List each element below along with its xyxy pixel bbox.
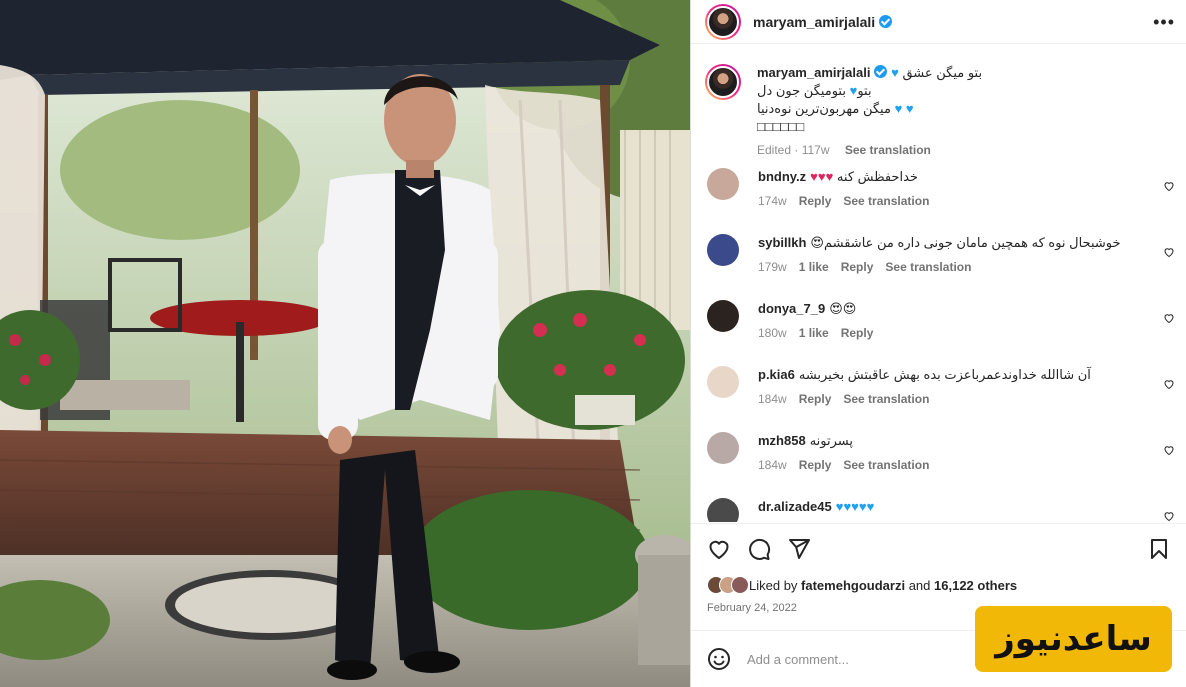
reply-button[interactable]: Reply xyxy=(841,326,874,340)
reply-button[interactable]: Reply xyxy=(841,260,874,274)
reply-button[interactable]: Reply xyxy=(799,392,832,406)
comment-username[interactable]: sybillkh xyxy=(758,235,806,250)
caption-username[interactable]: maryam_amirjalali xyxy=(757,65,870,80)
commenter-avatar[interactable] xyxy=(707,498,739,522)
comment-likes[interactable]: 1 like xyxy=(799,326,829,340)
blue-heart-icon: ♥ xyxy=(891,65,899,80)
add-comment-input[interactable] xyxy=(747,651,967,667)
author-username[interactable]: maryam_amirjalali xyxy=(753,14,875,30)
reply-button[interactable]: Reply xyxy=(799,458,832,472)
comment-likes[interactable]: 1 like xyxy=(799,260,829,274)
see-translation-link[interactable]: See translation xyxy=(843,392,929,406)
commenter-avatar[interactable] xyxy=(707,234,739,266)
verified-badge-icon xyxy=(874,65,888,78)
like-comment-heart-icon[interactable] xyxy=(1163,246,1175,258)
emoji-smiley-icon[interactable] xyxy=(707,647,731,671)
ellipsis-icon[interactable]: ••• xyxy=(1153,13,1175,31)
comment-text: خوشبحال نوه که همچین مامان جونی داره من … xyxy=(823,235,1121,250)
like-comment-heart-icon[interactable] xyxy=(1163,312,1175,324)
comment-text: خداحفظش کنه xyxy=(836,169,918,184)
post-caption: maryam_amirjalali ♥ بتو میگن عشق بتومیگن… xyxy=(705,64,1175,159)
likes-and: and xyxy=(908,577,931,593)
see-translation-link[interactable]: See translation xyxy=(843,194,929,208)
photo-illustration xyxy=(0,0,690,687)
see-translation-link[interactable]: See translation xyxy=(885,260,971,274)
likes-summary: Liked by fatemehgoudarzi and 16,122 othe… xyxy=(707,576,1171,594)
comment-time: 180w xyxy=(758,326,787,340)
comment-bubble-icon[interactable] xyxy=(747,537,771,561)
liked-by-label: Liked by xyxy=(749,577,798,593)
blue-heart-icon: ♥ ♥ xyxy=(894,101,914,116)
commenter-avatar[interactable] xyxy=(707,432,739,464)
heart-eyes-emoji-icon: 😍😍 xyxy=(829,301,857,316)
watermark-logo: ساعدنیوز xyxy=(975,606,1172,672)
caption-line-3: میگن مهربون‌ترین نوه‌دنیا xyxy=(757,101,891,116)
caption-line-4: □□□□□□ xyxy=(757,119,805,134)
comment-username[interactable]: p.kia6 xyxy=(758,367,795,382)
caption-line-1: بتو میگن عشق xyxy=(902,65,983,80)
likes-others-count[interactable]: 16,122 others xyxy=(934,578,1017,593)
like-comment-heart-icon[interactable] xyxy=(1163,444,1175,456)
heart-eyes-emoji-icon: 😍 xyxy=(810,235,824,250)
reply-button[interactable]: Reply xyxy=(799,194,832,208)
comment-username[interactable]: mzh858 xyxy=(758,433,806,448)
watermark-text: ساعدنیوز xyxy=(995,619,1152,659)
bookmark-save-icon[interactable] xyxy=(1147,537,1171,561)
post-header: maryam_amirjalali ••• xyxy=(691,0,1186,44)
see-translation-link[interactable]: See translation xyxy=(843,458,929,472)
comment-time: 174w xyxy=(758,194,787,208)
share-send-icon[interactable] xyxy=(787,537,811,561)
like-heart-icon[interactable] xyxy=(707,537,731,561)
like-comment-heart-icon[interactable] xyxy=(1163,378,1175,390)
see-translation-link[interactable]: See translation xyxy=(845,143,931,157)
comments-list[interactable]: maryam_amirjalali ♥ بتو میگن عشق بتومیگن… xyxy=(691,56,1186,522)
blue-heart-icon: ♥♥♥♥♥ xyxy=(835,499,875,514)
comment-time: 179w xyxy=(758,260,787,274)
caption-edited-time: Edited · 117w xyxy=(757,143,830,157)
comment-text: پسرتونه xyxy=(809,433,854,448)
comment-item: bndny.z ♥♥♥ خداحفظش کنه 174w Reply See tran… xyxy=(705,168,1175,224)
liked-by-user[interactable]: fatemehgoudarzi xyxy=(801,578,905,593)
commenter-avatar[interactable] xyxy=(707,168,739,200)
comment-time: 184w xyxy=(758,392,787,406)
like-comment-heart-icon[interactable] xyxy=(1163,180,1175,192)
post-actions: Liked by fatemehgoudarzi and 16,122 othe… xyxy=(691,523,1186,614)
comment-item: mzh858 پسرتونه 184w Reply See translation xyxy=(705,432,1175,488)
commenter-avatar[interactable] xyxy=(707,366,739,398)
comment-item: sybillkh 😍خوشبحال نوه که همچین مامان جونی… xyxy=(705,234,1175,290)
post-photo xyxy=(0,0,690,687)
author-avatar[interactable] xyxy=(705,3,741,40)
commenter-avatar[interactable] xyxy=(707,300,739,332)
caption-line-2b: بتو xyxy=(857,83,872,98)
verified-badge-icon xyxy=(879,15,893,28)
caption-line-2: بتومیگن جون دل xyxy=(757,83,846,98)
like-comment-heart-icon[interactable] xyxy=(1163,510,1175,522)
post-details-panel: maryam_amirjalali ••• maryam_amirjalali … xyxy=(690,0,1186,687)
comment-item: donya_7_9 😍😍 180w 1 like Reply xyxy=(705,300,1175,356)
liker-avatars xyxy=(707,576,749,594)
comment-item: dr.alizade45 ♥♥♥♥♥ xyxy=(705,498,1175,522)
comment-username[interactable]: bndny.z xyxy=(758,169,806,184)
comment-text: آن شاالله خداوندعمرباعزت بده بهش عاقبتش … xyxy=(798,367,1091,382)
comment-username[interactable]: donya_7_9 xyxy=(758,301,825,316)
red-heart-icon: ♥♥♥ xyxy=(810,169,834,184)
comment-time: 184w xyxy=(758,458,787,472)
comment-item: p.kia6 آن شاالله خداوندعمرباعزت بده بهش ع… xyxy=(705,366,1175,422)
caption-avatar[interactable] xyxy=(705,64,741,100)
comment-username[interactable]: dr.alizade45 xyxy=(758,499,832,514)
